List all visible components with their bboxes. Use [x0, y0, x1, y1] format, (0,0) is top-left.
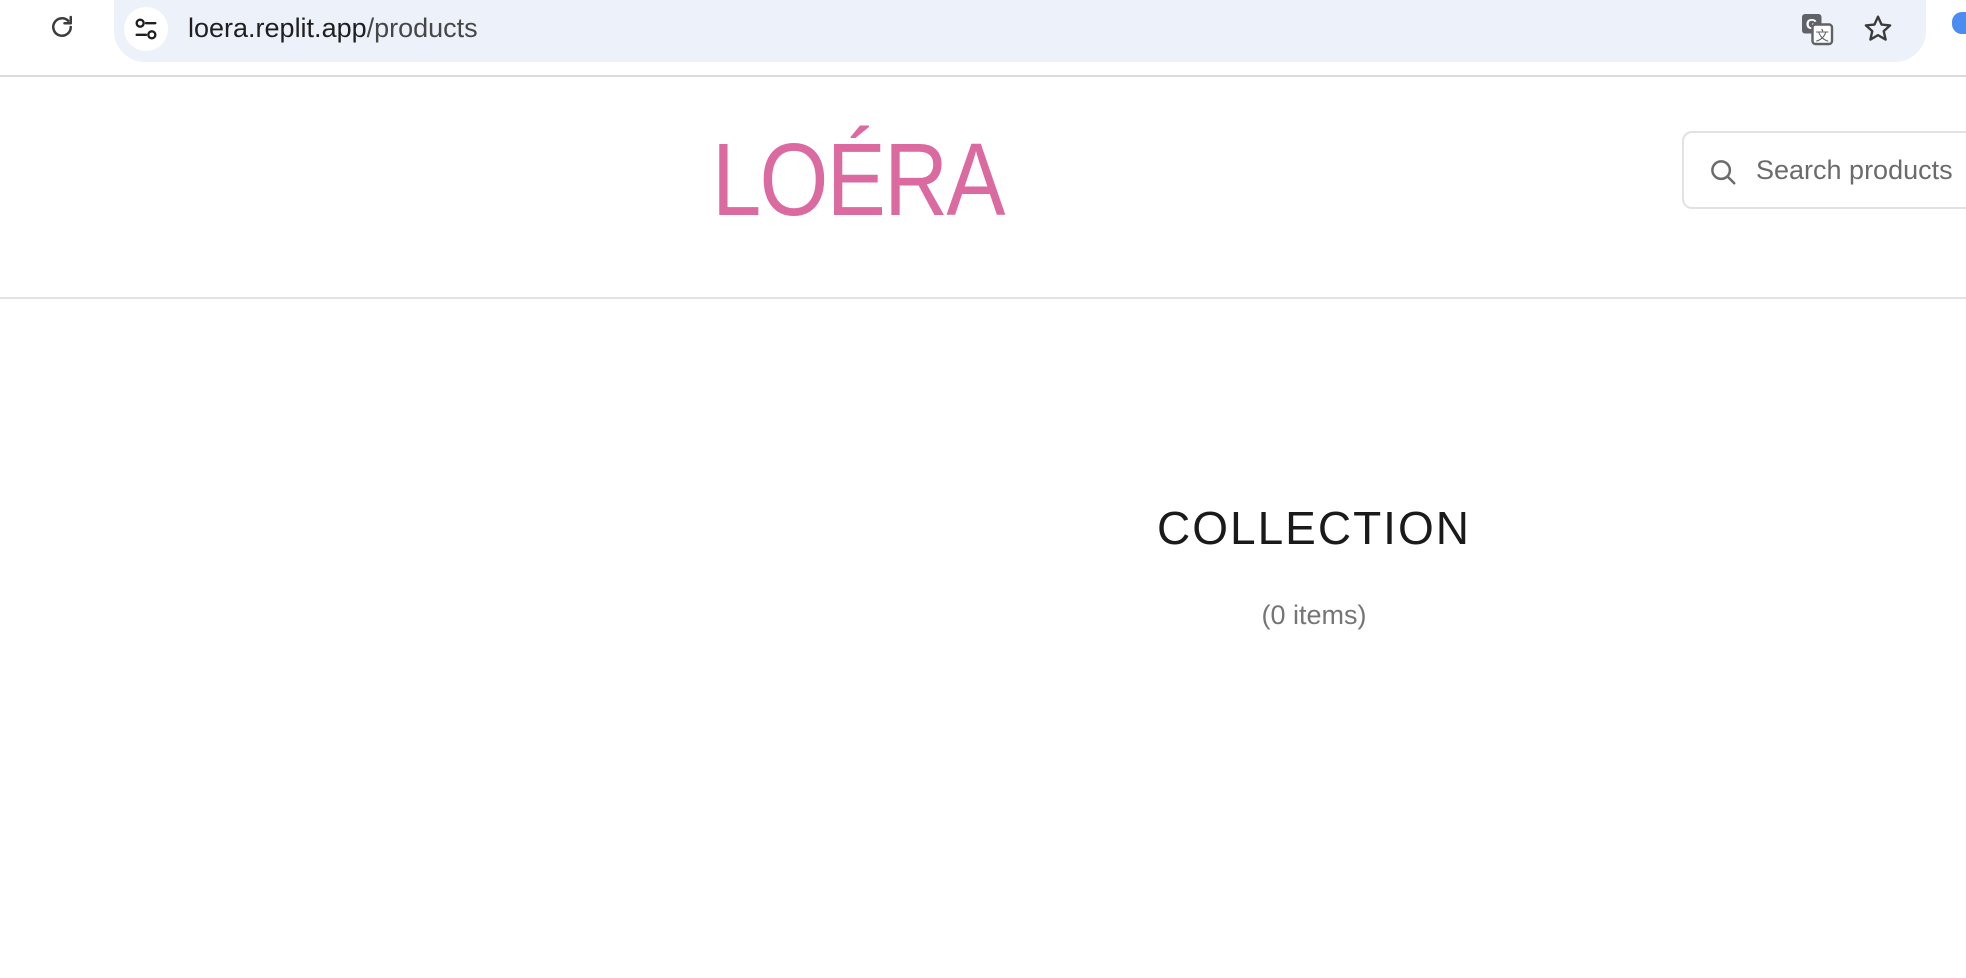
- reload-button[interactable]: [46, 11, 78, 43]
- page-title: COLLECTION: [1157, 502, 1471, 554]
- tune-icon: [135, 18, 157, 40]
- translate-button[interactable]: G 文: [1797, 9, 1837, 49]
- profile-edge[interactable]: [1952, 12, 1966, 34]
- search-icon: [1711, 160, 1736, 185]
- browser-toolbar: loera.replit.app/products G 文: [0, 0, 1966, 77]
- url-path: /products: [366, 13, 478, 43]
- search-box[interactable]: [1682, 131, 1966, 209]
- bookmark-button[interactable]: [1858, 9, 1898, 49]
- address-bar[interactable]: loera.replit.app/products G 文: [114, 0, 1926, 62]
- site-header: LOÉRA: [0, 77, 1966, 299]
- translate-icon: G 文: [1802, 14, 1834, 46]
- site-info-button[interactable]: [124, 7, 168, 51]
- item-count: (0 items): [1261, 600, 1367, 630]
- star-icon: [1864, 15, 1892, 41]
- reload-icon: [52, 15, 72, 37]
- site-logo[interactable]: LOÉRA: [712, 124, 1005, 236]
- url-host: loera.replit.app: [188, 13, 367, 43]
- search-input[interactable]: [1756, 148, 1966, 192]
- url-text[interactable]: loera.replit.app/products: [188, 12, 478, 44]
- svg-text:文: 文: [1816, 28, 1830, 44]
